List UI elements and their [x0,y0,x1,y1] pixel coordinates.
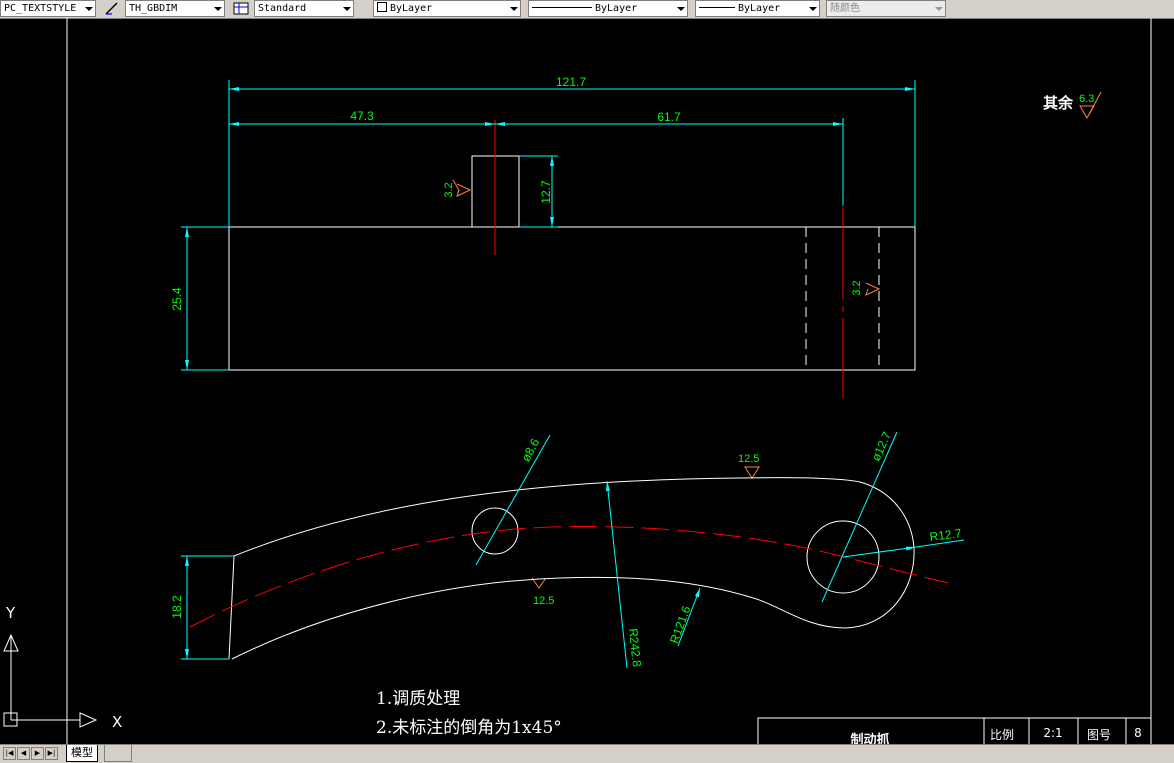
roughness-bottom-surface: 12.5 [533,595,554,607]
plot-style-dropdown: 随颜色 [826,0,946,17]
top-dimensions [181,431,965,669]
roughness-hole: 3.2 [851,280,863,295]
chevron-down-icon [677,7,685,11]
tab-layout[interactable] [104,745,132,762]
roughness-top-surface: 12.5 [738,453,759,465]
ucs-y-label: Y [5,604,16,622]
color-value: ByLayer [390,3,433,14]
drawing-canvas[interactable]: 121.7 47.3 61.7 12.7 25.4 3.2 3.2 其余 6.3… [0,18,1174,744]
top-centerline [189,526,949,628]
drawing-no-label: 图号 [1087,728,1111,742]
dim-body-height: 25.4 [170,287,184,311]
prev-tab-icon[interactable]: ◀ [17,747,30,760]
note-2: 2.未标注的倒角为1x45° [376,718,562,738]
ucs-x-label: X [112,713,122,731]
chevron-down-icon [343,7,351,11]
body-outline [228,226,916,371]
front-dimensions [181,80,916,371]
scale-value: 2:1 [1043,726,1062,740]
dimension-style-value: TH_GBDIM [129,3,178,14]
last-tab-icon[interactable]: ▶| [45,747,58,760]
ucs-icon [3,633,98,728]
dim-end-height: 18.2 [170,595,184,619]
roughness-symbol-icon [452,91,1102,589]
tab-model[interactable]: 模型 [66,745,98,762]
properties-toolbar: PC_TEXTSTYLE TH_GBDIM Standard ByLayer B… [0,0,1174,19]
chevron-down-icon [935,7,943,11]
front-centerlines [494,120,844,398]
top-view [228,477,915,660]
color-dropdown[interactable]: ByLayer [373,0,521,17]
plot-style-value: 随颜色 [830,3,860,14]
lineweight-sample [699,7,735,8]
chevron-down-icon [214,7,222,11]
chevron-down-icon [510,7,518,11]
table-style-value: Standard [258,3,307,14]
dimension-style-icon[interactable] [104,1,120,16]
dim-inner-radius: R121.6 [667,604,694,645]
table-style-icon[interactable] [233,1,249,16]
roughness-rest-value: 6.3 [1079,93,1094,105]
dim-left: 47.3 [350,109,374,123]
lever-outline [231,477,915,660]
chevron-down-icon [809,7,817,11]
linetype-value: ByLayer [595,3,638,14]
first-tab-icon[interactable]: |◀ [3,747,16,760]
layout-tab-bar: |◀ ◀ ▶ ▶| 模型 [0,744,1174,763]
dim-overall: 121.7 [556,75,586,89]
color-swatch-icon [377,2,387,12]
dim-outer-radius: R242.8 [626,628,644,668]
lineweight-value: ByLayer [738,3,781,14]
top-dimension-arrows [185,481,916,659]
table-style-dropdown[interactable]: Standard [254,0,354,17]
lineweight-dropdown[interactable]: ByLayer [695,0,820,17]
dim-right: 61.7 [657,110,681,124]
scale-label: 比例 [990,728,1014,742]
roughness-rest-label: 其余 [1043,94,1074,112]
linetype-dropdown[interactable]: ByLayer [528,0,688,17]
roughness-boss: 3.2 [443,182,455,197]
text-style-dropdown[interactable]: PC_TEXTSTYLE [0,0,96,17]
linetype-sample [532,7,592,8]
dimension-style-dropdown[interactable]: TH_GBDIM [125,0,225,17]
part-name: 制动抓 [850,732,889,744]
next-tab-icon[interactable]: ▶ [31,747,44,760]
note-1: 1.调质处理 [376,689,460,709]
front-view [228,155,916,371]
dim-hole-small: ø8.6 [519,436,543,464]
drawing-no: 8 [1134,726,1142,740]
dim-boss-height: 12.7 [539,180,553,204]
text-style-value: PC_TEXTSTYLE [4,3,77,14]
chevron-down-icon [85,7,93,11]
